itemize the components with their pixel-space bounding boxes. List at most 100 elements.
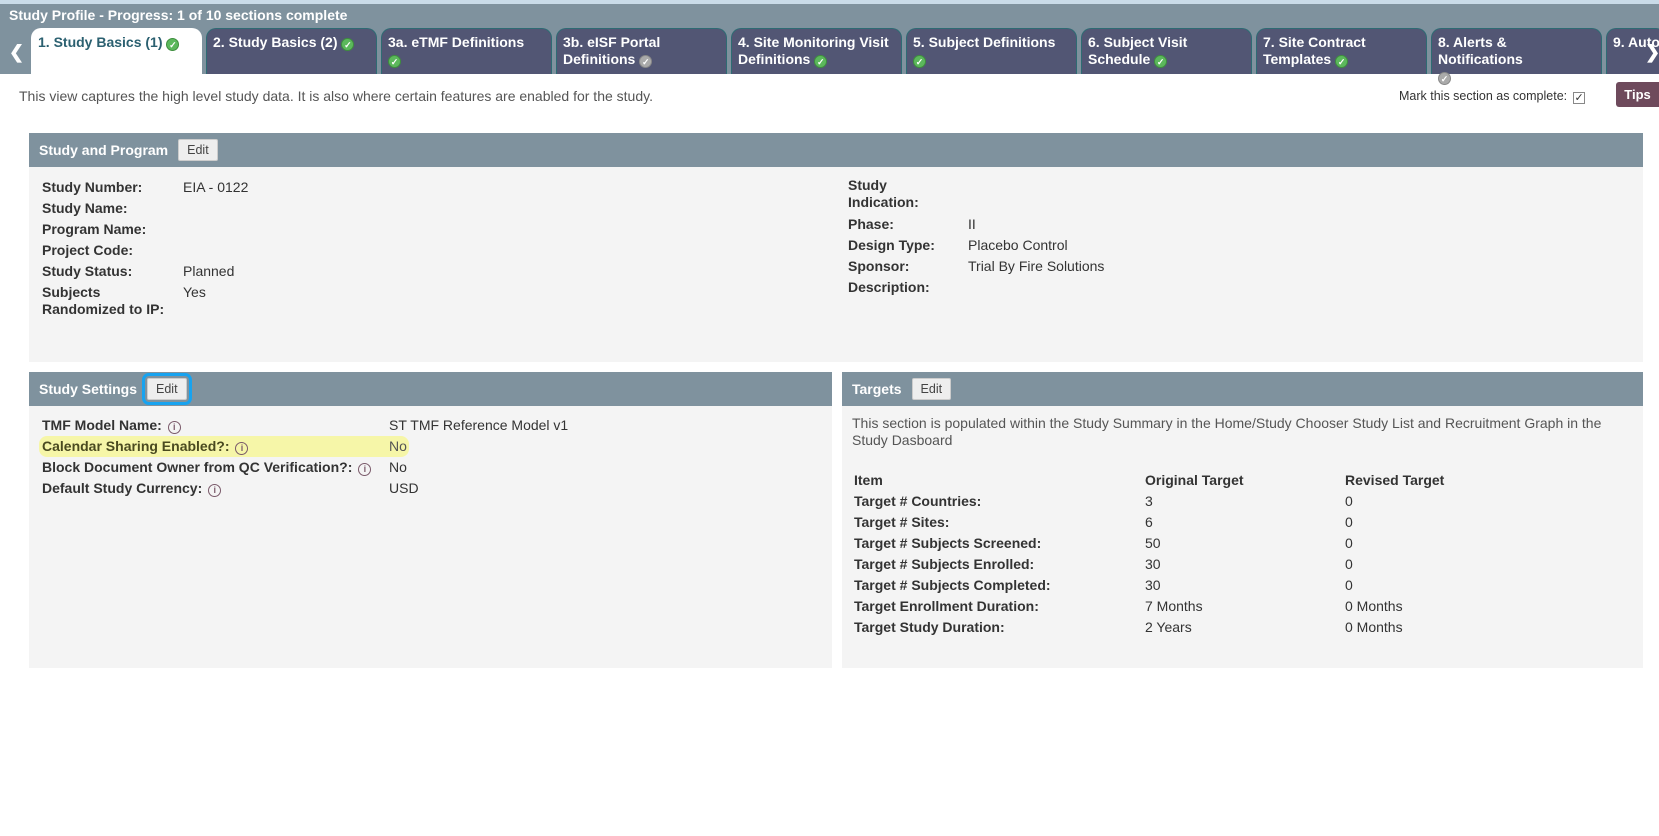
tips-button[interactable]: Tips	[1616, 82, 1659, 107]
field-label: Block Document Owner from QC Verificatio…	[42, 459, 353, 475]
cell: Target Enrollment Duration:	[854, 597, 1039, 614]
cell: 0	[1345, 576, 1353, 593]
mark-complete-checkbox[interactable]: ✓	[1573, 92, 1586, 104]
tab-site-monitoring[interactable]: 4. Site Monitoring Visit Definitions ✓	[731, 28, 902, 74]
cell: 2 Years	[1145, 618, 1192, 635]
tab-label: 8. Alerts & Notifications	[1438, 34, 1523, 67]
field-value: Yes	[183, 284, 206, 300]
check-icon: ✓	[166, 38, 180, 51]
study-fields-left: Study Number: EIA - 0122 Study Name: Prog…	[42, 177, 442, 318]
study-fields-right: Study Indication: Phase: II Design Type: P…	[848, 177, 1348, 298]
section-description: This view captures the high level study …	[19, 88, 653, 104]
prev-tab-arrow-icon[interactable]: ❮	[9, 42, 24, 63]
tab-label: 1. Study Basics (1)	[38, 34, 163, 50]
field-label: Project Code:	[42, 242, 134, 258]
column-header: Original Target	[1145, 471, 1244, 488]
targets-table: Item Original Target Revised Target Target…	[854, 469, 1444, 637]
panel-title: Study and Program	[39, 142, 169, 158]
tab-subject-definitions[interactable]: 5. Subject Definitions ✓	[906, 28, 1077, 74]
field-label: Study Name:	[42, 200, 128, 216]
column-header: Item	[854, 471, 883, 488]
tab-study-basics-1[interactable]: 1. Study Basics (1) ✓	[31, 28, 202, 74]
cell: 0	[1345, 492, 1353, 509]
table-row: Target Enrollment Duration: 7 Months 0 Mon…	[854, 595, 1444, 616]
info-icon[interactable]: i	[358, 463, 372, 476]
section-tabs: 1. Study Basics (1) ✓ 2. Study Basics (2…	[31, 28, 1659, 85]
progress-title: Study Profile - Progress: 1 of 10 sectio…	[9, 7, 348, 23]
table-row: Target # Subjects Screened: 50 0	[854, 532, 1444, 553]
field-label: Default Study Currency:	[42, 480, 203, 496]
study-settings-panel: Study Settings Edit TMF Model Name: i ST TM…	[29, 372, 832, 668]
cell: 30	[1145, 555, 1161, 572]
cell: 0	[1345, 513, 1353, 530]
edit-study-program-button[interactable]: Edit	[178, 139, 218, 161]
field-value: II	[968, 216, 976, 232]
field-value: ST TMF Reference Model v1	[389, 417, 569, 433]
info-icon[interactable]: i	[167, 421, 181, 434]
cell: 30	[1145, 576, 1161, 593]
check-icon: ✓	[1335, 55, 1349, 68]
panel-header: Study Settings Edit	[29, 372, 832, 406]
tab-etmf-definitions[interactable]: 3a. eTMF Definitions ✓	[381, 28, 552, 74]
panel-title: Study Settings	[39, 381, 138, 397]
field-label: Sponsor:	[848, 258, 910, 274]
highlighted-row: Calendar Sharing Enabled?: i No	[39, 436, 409, 457]
cell: 3	[1145, 492, 1153, 509]
field-value: USD	[389, 480, 419, 496]
cell: Target # Sites:	[854, 513, 950, 530]
field-label: Description:	[848, 279, 930, 295]
table-row: Target # Sites: 6 0	[854, 511, 1444, 532]
check-icon: ✓	[913, 55, 926, 68]
tab-label: 2. Study Basics (2)	[213, 34, 338, 50]
cell: Target # Subjects Enrolled:	[854, 555, 1035, 572]
edit-study-settings-button[interactable]: Edit	[142, 373, 192, 405]
field-value: Planned	[183, 263, 235, 279]
tab-study-basics-2[interactable]: 2. Study Basics (2) ✓	[206, 28, 377, 74]
field-label: Study Status:	[42, 263, 133, 279]
settings-fields: TMF Model Name: i ST TMF Reference Model v…	[39, 415, 599, 499]
mark-complete-label: Mark this section as complete:	[1399, 89, 1568, 103]
field-label: Phase:	[848, 216, 894, 232]
info-icon[interactable]: i	[208, 484, 222, 497]
field-value: Trial By Fire Solutions	[968, 258, 1105, 274]
study-and-program-panel: Study and Program Edit Study Number: EIA -…	[29, 133, 1643, 362]
cell: 6	[1145, 513, 1153, 530]
table-row: Target Study Duration: 2 Years 0 Months	[854, 616, 1444, 637]
table-row: Target # Subjects Enrolled: 30 0	[854, 553, 1444, 574]
study-profile-header: Study Profile - Progress: 1 of 10 sectio…	[0, 0, 1659, 85]
field-value: No	[389, 438, 407, 454]
field-label: Calendar Sharing Enabled?:	[42, 438, 230, 454]
info-icon[interactable]: i	[235, 442, 249, 455]
column-header: Revised Target	[1345, 471, 1445, 488]
field-value: EIA - 0122	[183, 179, 249, 195]
tab-subject-visit-schedule[interactable]: 6. Subject Visit Schedule ✓	[1081, 28, 1252, 74]
cell: 0	[1345, 555, 1353, 572]
tab-site-contract-templates[interactable]: 7. Site Contract Templates ✓	[1256, 28, 1427, 74]
cell: 7 Months	[1145, 597, 1203, 614]
check-icon-gray: ✓	[639, 55, 653, 68]
table-row: Target # Countries: 3 0	[854, 490, 1444, 511]
field-value: Placebo Control	[968, 237, 1068, 253]
cell: 0 Months	[1345, 597, 1403, 614]
tab-alerts-notifications[interactable]: 8. Alerts & Notifications ✓	[1431, 28, 1602, 85]
field-value: No	[389, 459, 407, 475]
next-tab-arrow-icon[interactable]: ❯	[1645, 42, 1659, 63]
cell: Target # Countries:	[854, 492, 982, 509]
check-icon: ✓	[388, 55, 401, 68]
field-label: Design Type:	[848, 237, 935, 253]
cell: 50	[1145, 534, 1161, 551]
tab-label: 3a. eTMF Definitions	[388, 34, 525, 50]
panel-header: Targets Edit	[842, 372, 1643, 406]
targets-note: This section is populated within the Stu…	[852, 415, 1602, 448]
cell: 0	[1345, 534, 1353, 551]
tab-label: 7. Site Contract Templates	[1263, 34, 1366, 67]
tab-label: 5. Subject Definitions	[913, 34, 1056, 50]
field-label: Subjects Randomized to IP:	[42, 284, 165, 317]
cell: Target # Subjects Screened:	[854, 534, 1042, 551]
targets-panel: Targets Edit This section is populated wi…	[842, 372, 1643, 668]
check-icon: ✓	[1154, 55, 1168, 68]
edit-targets-button[interactable]: Edit	[911, 378, 952, 400]
field-label: TMF Model Name:	[42, 417, 162, 433]
check-icon: ✓	[341, 38, 355, 51]
tab-eisf-portal-definitions[interactable]: 3b. eISF Portal Definitions ✓	[556, 28, 727, 74]
